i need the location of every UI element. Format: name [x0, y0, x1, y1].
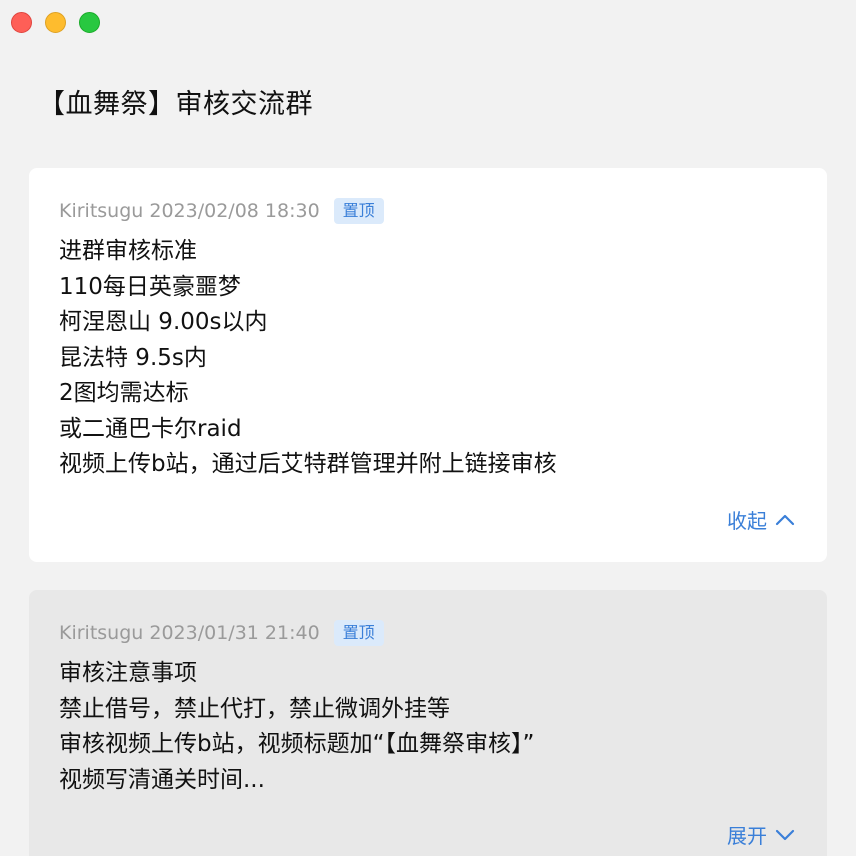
announcement-body: 审核注意事项 禁止借号，禁止代打，禁止微调外挂等 审核视频上传b站，视频标题加“…	[59, 656, 797, 798]
announcement-body: 进群审核标准 110每日英豪噩梦 柯涅恩山 9.00s以内 昆法特 9.5s内 …	[59, 234, 797, 483]
announcement-line: 审核注意事项	[59, 660, 197, 686]
window-controls	[11, 12, 100, 33]
announcement-card-expanded: Kiritsugu 2023/02/08 18:30 置顶 进群审核标准 110…	[29, 168, 827, 562]
announcement-line: 110每日英豪噩梦	[59, 273, 241, 300]
announcement-line: 昆法特 9.5s内	[59, 344, 207, 371]
collapse-button[interactable]: 收起	[727, 505, 795, 534]
minimize-button[interactable]	[45, 12, 66, 33]
announcement-line: 禁止借号，禁止代打，禁止微调外挂等	[59, 695, 450, 722]
announcement-line: 视频上传b站，通过后艾特群管理并附上链接审核	[59, 451, 557, 477]
announcement-line: 2图均需达标	[59, 380, 189, 406]
announcement-card-collapsed[interactable]: Kiritsugu 2023/01/31 21:40 置顶 审核注意事项 禁止借…	[29, 590, 827, 856]
expand-button[interactable]: 展开	[727, 820, 795, 849]
author-timestamp: Kiritsugu 2023/01/31 21:40	[59, 622, 320, 644]
announcement-line: 视频写清通关时间...	[59, 766, 265, 793]
zoom-button[interactable]	[79, 12, 100, 33]
close-button[interactable]	[11, 12, 32, 33]
announcement-line: 审核视频上传b站，视频标题加“【血舞祭审核】”	[59, 731, 535, 757]
announcement-line: 柯涅恩山 9.00s以内	[59, 309, 268, 335]
group-title: 【血舞祭】审核交流群	[38, 89, 313, 120]
pinned-badge: 置顶	[333, 620, 384, 646]
announcement-line: 进群审核标准	[59, 238, 197, 264]
chevron-up-icon	[775, 514, 795, 525]
expand-label: 展开	[727, 824, 767, 848]
announcement-meta: Kiritsugu 2023/01/31 21:40 置顶	[59, 620, 797, 646]
chevron-down-icon	[775, 829, 795, 840]
announcement-meta: Kiritsugu 2023/02/08 18:30 置顶	[59, 198, 797, 224]
collapse-label: 收起	[727, 509, 767, 533]
pinned-badge: 置顶	[333, 198, 384, 224]
announcement-window: 【血舞祭】审核交流群 Kiritsugu 2023/02/08 18:30 置顶…	[0, 0, 856, 856]
author-timestamp: Kiritsugu 2023/02/08 18:30	[59, 200, 320, 222]
announcement-line: 或二通巴卡尔raid	[59, 415, 242, 442]
